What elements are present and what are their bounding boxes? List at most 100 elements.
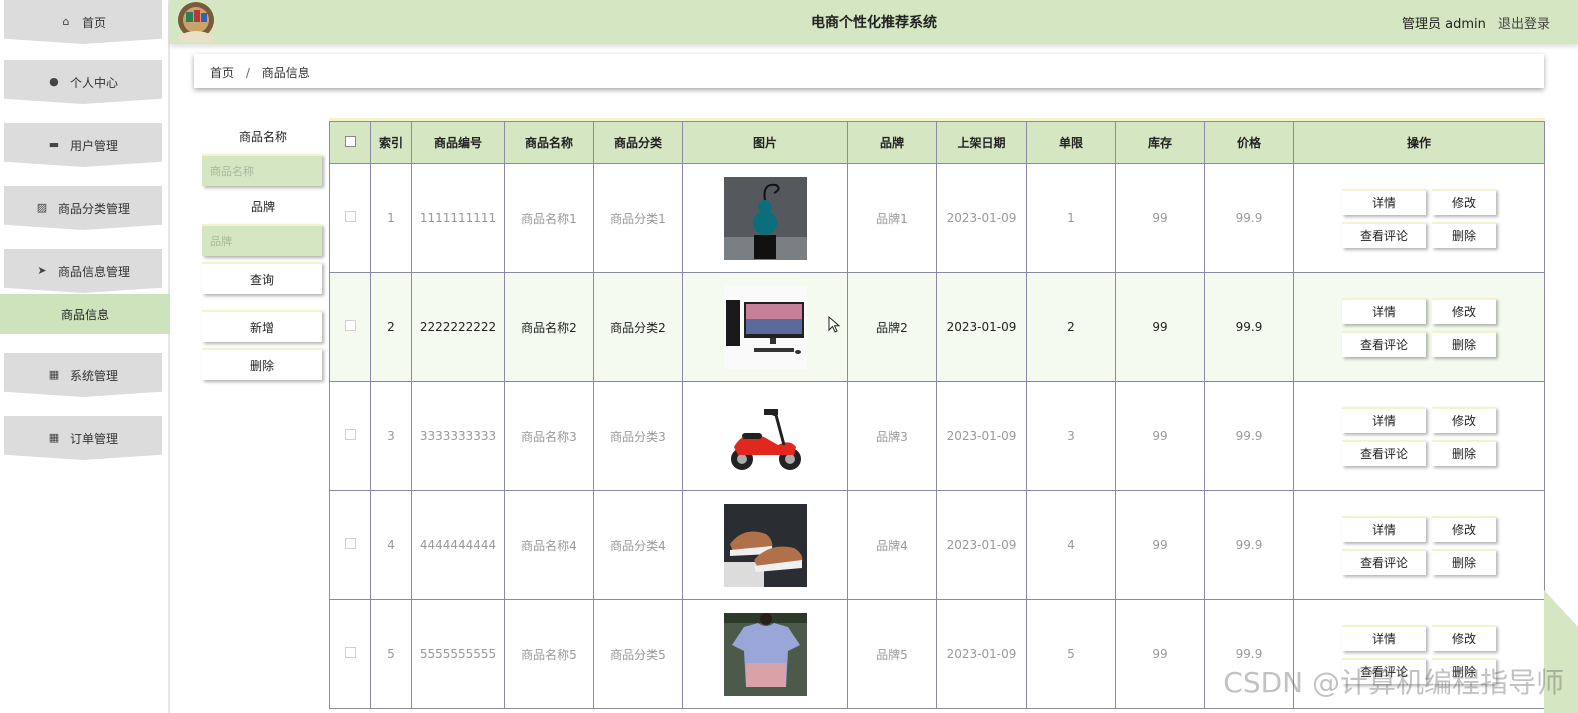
cell-index: 4 xyxy=(370,490,412,600)
sidebar-item-home[interactable]: ⌂ 首页 xyxy=(4,0,162,44)
cell-price: 99.9 xyxy=(1204,490,1294,600)
send-icon: ➤ xyxy=(37,264,47,277)
cell-name: 商品名称1 xyxy=(504,163,594,273)
sidebar-item-orders[interactable]: ▦ 订单管理 xyxy=(4,416,162,460)
table-row[interactable]: 4 4444444444 商品名称4 商品分类4 品牌4 2023-01-09 4 99 99.… xyxy=(329,490,1545,600)
row-delete-button[interactable]: 删除 xyxy=(1432,330,1496,357)
select-all-cell[interactable] xyxy=(329,121,371,164)
home-icon: ⌂ xyxy=(62,15,70,28)
cell-category: 商品分类1 xyxy=(593,163,683,273)
col-header: 操作 xyxy=(1293,121,1545,164)
search-button[interactable]: 查询 xyxy=(202,262,322,294)
sidebar-item-users[interactable]: ▬ 用户管理 xyxy=(4,123,162,167)
row-delete-button[interactable]: 删除 xyxy=(1432,439,1496,466)
sidebar-item-category[interactable]: ▨ 商品分类管理 xyxy=(4,186,162,230)
cell-code: 5555555555 xyxy=(411,599,505,709)
shoes-image xyxy=(723,503,807,587)
view-comments-button[interactable]: 查看评论 xyxy=(1342,439,1426,466)
cell-actions: 详情 修改 查看评论 删除 xyxy=(1293,272,1545,382)
edit-button[interactable]: 修改 xyxy=(1432,515,1496,542)
cell-date: 2023-01-09 xyxy=(936,381,1027,491)
sidebar-item-product[interactable]: ➤ 商品信息管理 xyxy=(4,249,162,293)
brand-input[interactable] xyxy=(202,224,322,256)
user-info: 管理员 admin 退出登录 xyxy=(1402,13,1550,32)
vase-image xyxy=(723,176,807,260)
top-bar: 电商个性化推荐系统 管理员 admin 退出登录 xyxy=(170,0,1578,44)
cell-index: 1 xyxy=(370,163,412,273)
breadcrumb: 首页 / 商品信息 xyxy=(194,54,1544,88)
brand-label: 品牌 xyxy=(250,200,275,214)
chart-icon: ▨ xyxy=(36,201,48,214)
edit-button[interactable]: 修改 xyxy=(1432,406,1496,433)
cell-brand: 品牌1 xyxy=(847,163,937,273)
view-comments-button[interactable]: 查看评论 xyxy=(1342,221,1426,248)
cell-date: 2023-01-09 xyxy=(936,272,1027,382)
cell-stock: 99 xyxy=(1115,272,1205,382)
row-checkbox[interactable] xyxy=(344,320,356,331)
sidebar-item-label: 用户管理 xyxy=(69,138,118,153)
view-comments-button[interactable]: 查看评论 xyxy=(1342,330,1426,357)
edit-button[interactable]: 修改 xyxy=(1432,188,1496,215)
product-table: 索引 商品编号 商品名称 商品分类 图片 品牌 上架日期 单限 库存 价格 操作… xyxy=(329,118,1545,713)
detail-button[interactable]: 详情 xyxy=(1342,406,1426,433)
select-all-checkbox[interactable] xyxy=(344,135,356,147)
breadcrumb-current: 商品信息 xyxy=(261,66,310,80)
cell-name: 商品名称4 xyxy=(504,490,594,600)
row-checkbox[interactable] xyxy=(344,647,356,658)
sidebar-item-label: 个人中心 xyxy=(69,75,118,90)
cell-category: 商品分类3 xyxy=(593,381,683,491)
cell-name: 商品名称3 xyxy=(504,381,594,491)
cell-name: 商品名称2 xyxy=(504,272,594,382)
row-select-cell[interactable] xyxy=(329,272,371,382)
row-checkbox[interactable] xyxy=(344,429,356,440)
edit-button[interactable]: 修改 xyxy=(1432,297,1496,324)
row-select-cell[interactable] xyxy=(329,163,371,273)
col-header: 商品名称 xyxy=(504,121,594,164)
scooter-image xyxy=(723,394,807,478)
detail-button[interactable]: 详情 xyxy=(1342,297,1426,324)
name-input[interactable] xyxy=(202,154,322,186)
row-checkbox[interactable] xyxy=(344,538,356,549)
add-button[interactable]: 新增 xyxy=(202,310,322,342)
detail-button[interactable]: 详情 xyxy=(1342,188,1426,215)
col-header: 图片 xyxy=(682,121,848,164)
row-checkbox[interactable] xyxy=(344,211,356,222)
cell-brand: 品牌5 xyxy=(847,599,937,709)
cell-limit: 5 xyxy=(1026,599,1116,709)
table-row[interactable]: 1 1111111111 商品名称1 商品分类1 品牌1 2023-01-09 1 99 99.… xyxy=(329,163,1545,273)
cell-price: 99.9 xyxy=(1204,272,1294,382)
col-header: 商品编号 xyxy=(411,121,505,164)
sidebar-item-profile[interactable]: ● 个人中心 xyxy=(4,60,162,104)
cell-limit: 4 xyxy=(1026,490,1116,600)
cell-image xyxy=(682,599,848,709)
sidebar-item-system[interactable]: ▦ 系统管理 xyxy=(4,353,162,397)
sidebar-item-label: 系统管理 xyxy=(69,368,118,383)
cell-category: 商品分类4 xyxy=(593,490,683,600)
cell-category: 商品分类2 xyxy=(593,272,683,382)
logout-link[interactable]: 退出登录 xyxy=(1498,17,1550,32)
computer-image xyxy=(723,285,807,369)
edit-button[interactable]: 修改 xyxy=(1432,624,1496,651)
row-delete-button[interactable]: 删除 xyxy=(1432,221,1496,248)
cell-brand: 品牌2 xyxy=(847,272,937,382)
row-select-cell[interactable] xyxy=(329,490,371,600)
breadcrumb-home[interactable]: 首页 xyxy=(210,66,234,80)
detail-button[interactable]: 详情 xyxy=(1342,624,1426,651)
col-header: 上架日期 xyxy=(936,121,1027,164)
table-row[interactable]: 2 2222222222 商品名称2 商品分类2 品牌2 2023-01-09 2 99 99.… xyxy=(329,272,1545,382)
detail-button[interactable]: 详情 xyxy=(1342,515,1426,542)
cell-brand: 品牌4 xyxy=(847,490,937,600)
col-header: 单限 xyxy=(1026,121,1116,164)
table-row[interactable]: 3 3333333333 商品名称3 商品分类3 品牌3 2023-01-09 3 99 99.… xyxy=(329,381,1545,491)
cell-stock: 99 xyxy=(1115,490,1205,600)
user-manage-icon: ▬ xyxy=(48,138,60,151)
delete-button[interactable]: 删除 xyxy=(202,348,322,380)
view-comments-button[interactable]: 查看评论 xyxy=(1342,548,1426,575)
cell-actions: 详情 修改 查看评论 删除 xyxy=(1293,490,1545,600)
row-select-cell[interactable] xyxy=(329,599,371,709)
sidebar-item-label: 商品信息管理 xyxy=(57,264,130,279)
cell-actions: 详情 修改 查看评论 删除 xyxy=(1293,163,1545,273)
sidebar-subitem-product-info[interactable]: 商品信息 xyxy=(0,294,170,334)
row-select-cell[interactable] xyxy=(329,381,371,491)
row-delete-button[interactable]: 删除 xyxy=(1432,548,1496,575)
